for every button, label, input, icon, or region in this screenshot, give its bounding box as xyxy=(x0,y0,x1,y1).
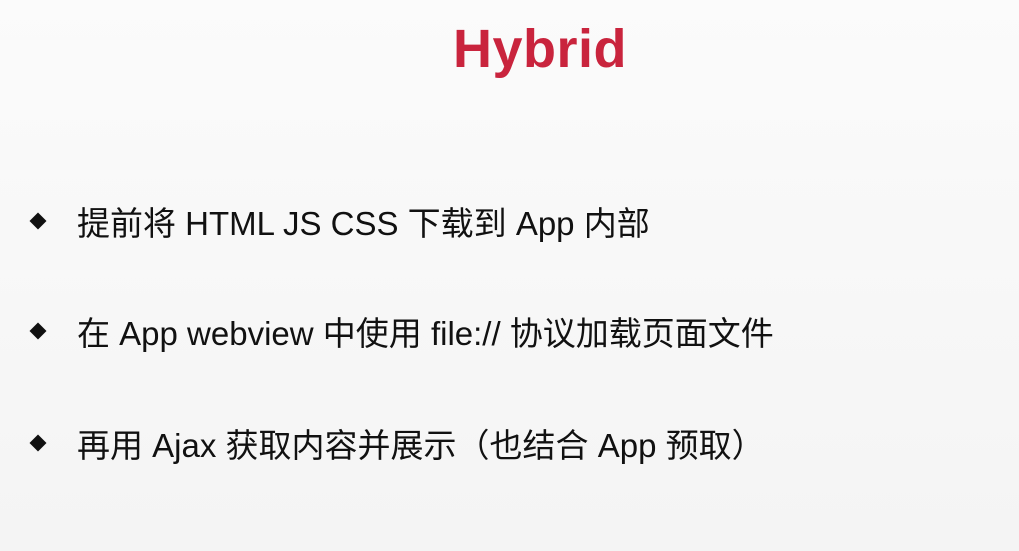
slide: Hybrid 提前将 HTML JS CSS 下载到 App 内部 在 App … xyxy=(0,0,1019,551)
bullet-text: 提前将 HTML JS CSS 下载到 App 内部 xyxy=(77,205,650,242)
bullet-item: 在 App webview 中使用 file:// 协议加载页面文件 xyxy=(29,305,774,357)
diamond-bullet-icon xyxy=(29,434,47,452)
bullet-item: 再用 Ajax 获取内容并展示（也结合 App 预取） xyxy=(29,417,765,469)
bullet-item: 提前将 HTML JS CSS 下载到 App 内部 xyxy=(29,195,650,247)
bullet-text: 再用 Ajax 获取内容并展示（也结合 App 预取） xyxy=(77,427,765,464)
diamond-bullet-icon xyxy=(29,212,47,230)
slide-title: Hybrid xyxy=(452,19,628,79)
bullet-text: 在 App webview 中使用 file:// 协议加载页面文件 xyxy=(77,315,774,352)
diamond-bullet-icon xyxy=(29,322,47,340)
